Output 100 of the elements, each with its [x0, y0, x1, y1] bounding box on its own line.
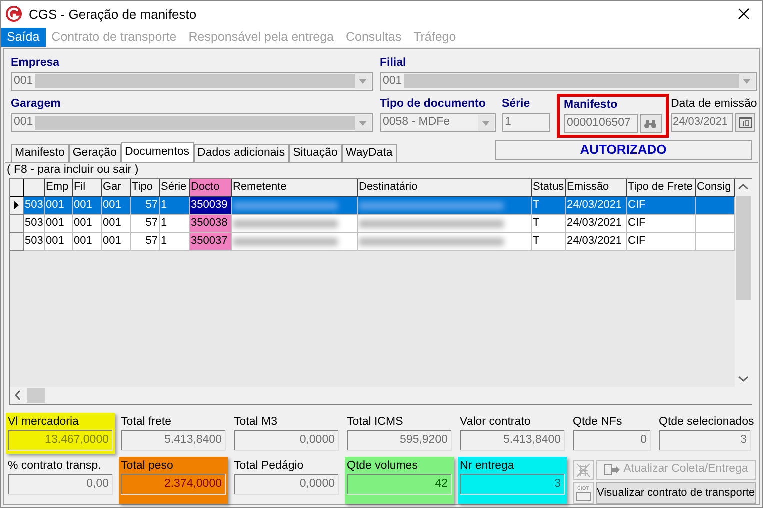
column-header[interactable]: Série: [160, 179, 190, 197]
value-field[interactable]: 0,00: [8, 474, 113, 495]
binoculars-icon: [644, 118, 658, 128]
column-header[interactable]: Remetente: [232, 179, 358, 197]
field-label: Total ICMS: [347, 415, 404, 430]
field-label: Garagem: [11, 96, 62, 112]
current-row-icon: [14, 201, 19, 210]
column-header[interactable]: Consig: [696, 179, 735, 197]
manifesto-field[interactable]: 0000106507: [564, 114, 638, 133]
header-cell[interactable]: [24, 179, 45, 197]
table-cell: 001: [45, 233, 73, 251]
table-cell: 24/03/2021: [566, 233, 627, 251]
hint-text: ( F8 - para incluir ou sair ): [7, 163, 140, 178]
document-type-combo[interactable]: 0058 - MDFe: [380, 113, 496, 132]
value-field[interactable]: 5.413,8400: [121, 430, 226, 451]
table-cell: 57: [131, 233, 160, 251]
calendar-button[interactable]: [735, 113, 755, 132]
field-label: Total peso: [121, 459, 174, 474]
table-cell: 503: [24, 233, 45, 251]
value-field[interactable]: 3: [460, 474, 565, 495]
table-row[interactable]: 503 001 001 001 57 1 350037 T 24/03/2021 CIF: [10, 233, 735, 251]
column-header[interactable]: Gar: [102, 179, 131, 197]
value-field[interactable]: 0: [573, 430, 651, 451]
table-cell: 1: [160, 197, 190, 215]
tab[interactable]: Geração: [68, 144, 121, 162]
table-cell: 001: [102, 215, 131, 233]
vertical-scrollbar[interactable]: [735, 179, 752, 404]
tab[interactable]: Situação: [289, 144, 342, 162]
horizontal-scrollbar[interactable]: [10, 387, 735, 404]
field-label: Valor contrato: [460, 415, 532, 430]
table-cell: [696, 215, 735, 233]
table-cell: 001: [73, 233, 102, 251]
table-cell: 350037: [190, 233, 232, 251]
table-cell: 001: [102, 197, 131, 215]
field-label: Manifesto: [564, 98, 619, 113]
table-cell: [696, 233, 735, 251]
serie-field[interactable]: 1: [502, 113, 550, 132]
card-icon: [576, 492, 591, 500]
field-label: Total Pedágio: [234, 459, 305, 474]
search-button[interactable]: [640, 114, 662, 133]
table-cell: 1: [160, 215, 190, 233]
document-arrow-icon: [604, 464, 620, 476]
value-field[interactable]: 0,0000: [234, 474, 339, 495]
value-field[interactable]: 42: [347, 474, 452, 495]
grid-icon: [576, 462, 591, 478]
tab[interactable]: Documentos: [120, 142, 194, 162]
tab[interactable]: WayData: [342, 144, 397, 162]
table-cell: 57: [131, 197, 160, 215]
table-cell: 350038: [190, 215, 232, 233]
column-header[interactable]: Destinatário: [358, 179, 532, 197]
table-cell: 001: [45, 215, 73, 233]
scroll-thumb[interactable]: [27, 388, 45, 403]
column-header[interactable]: Status: [532, 179, 566, 197]
date-field[interactable]: 24/03/2021: [671, 113, 733, 132]
field-label: Total frete: [121, 415, 172, 430]
garagem-combo[interactable]: 001: [11, 113, 373, 132]
status-text: AUTORIZADO: [580, 141, 667, 160]
tab[interactable]: Dados adicionais: [194, 144, 290, 162]
table-cell: 001: [102, 233, 131, 251]
column-header[interactable]: Emissão: [566, 179, 627, 197]
value-field[interactable]: 5.413,8400: [460, 430, 565, 451]
field-label: Qtde NFs: [573, 415, 624, 430]
table-cell: CIF: [627, 215, 696, 233]
window-title: CGS - Geração de manifesto: [29, 6, 197, 24]
combo-value: 001: [382, 74, 402, 89]
column-header[interactable]: Fil: [73, 179, 102, 197]
field-label: Série: [502, 96, 532, 112]
field-label: Empresa: [11, 56, 61, 70]
field-label: Vl mercadoria: [8, 415, 80, 430]
calendar-icon: [738, 117, 752, 128]
scroll-thumb[interactable]: [736, 196, 751, 300]
field-label: Filial: [380, 56, 408, 70]
column-header[interactable]: Emp: [45, 179, 73, 197]
table-cell: 350039: [190, 197, 232, 215]
combo-value: 001: [13, 74, 34, 89]
column-header[interactable]: Tipo de Frete: [627, 179, 696, 197]
table-cell: 503: [24, 215, 45, 233]
table-cell: T: [532, 197, 566, 215]
field-label: Nr entrega: [460, 459, 516, 474]
value-field[interactable]: 0,0000: [234, 430, 339, 451]
table-cell: 001: [73, 215, 102, 233]
value-field[interactable]: 595,9200: [347, 430, 452, 451]
filial-combo[interactable]: 001: [380, 72, 757, 91]
value-field[interactable]: 3: [659, 430, 751, 451]
column-header[interactable]: Tipo: [131, 179, 160, 197]
value-field[interactable]: 2.374,0000: [121, 474, 226, 495]
field-label: % contrato transp.: [8, 459, 102, 474]
action-button[interactable]: Visualizar contrato de transporte: [596, 482, 756, 504]
table-cell: T: [532, 215, 566, 233]
table-row[interactable]: 503 001 001 001 57 1 350039 T 24/03/2021 CIF: [10, 197, 735, 215]
menu-item[interactable]: Saída: [1, 28, 46, 46]
table-cell: CIF: [627, 233, 696, 251]
empresa-combo[interactable]: 001: [11, 72, 373, 91]
tab[interactable]: Manifesto: [11, 144, 69, 162]
combo-value: 0058 - MDFe: [382, 114, 450, 130]
close-icon[interactable]: [738, 8, 750, 20]
value-field[interactable]: 13.467,0000: [8, 430, 113, 451]
table-row[interactable]: 503 001 001 001 57 1 350038 T 24/03/2021 CIF: [10, 215, 735, 233]
column-header[interactable]: Docto: [190, 179, 232, 197]
table-cell: CIF: [627, 197, 696, 215]
